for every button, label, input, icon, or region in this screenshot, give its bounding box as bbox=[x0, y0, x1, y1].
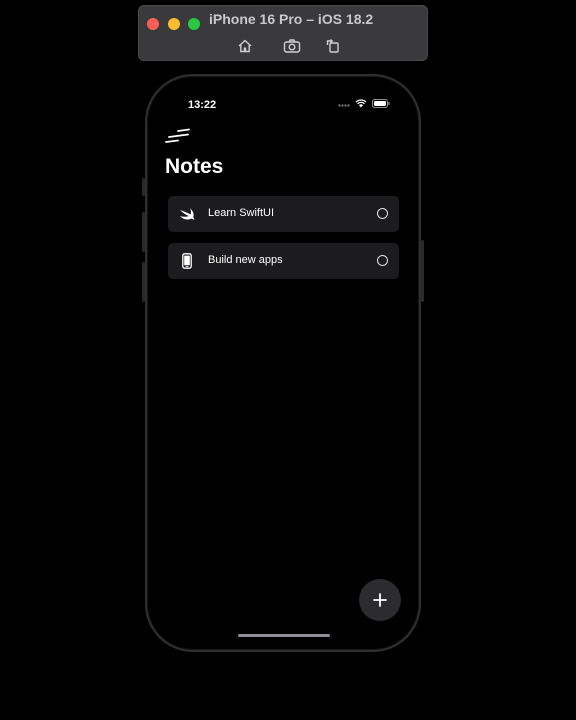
camera-icon bbox=[283, 39, 301, 53]
phone-screen: 13:22 Notes Learn SwiftUI Build new apps bbox=[152, 81, 414, 645]
add-note-button[interactable] bbox=[359, 579, 401, 621]
simulator-title-bar: iPhone 16 Pro – iOS 18.2 bbox=[138, 5, 428, 61]
battery-icon bbox=[372, 99, 390, 108]
close-window-button[interactable] bbox=[147, 18, 159, 30]
zoom-window-button[interactable] bbox=[188, 18, 200, 30]
wifi-icon bbox=[355, 99, 367, 108]
screenshot-button[interactable] bbox=[283, 37, 301, 55]
note-row-build-new-apps[interactable]: Build new apps bbox=[168, 243, 399, 279]
page-title: Notes bbox=[165, 155, 224, 178]
signal-dots-icon bbox=[338, 103, 350, 107]
simulator-stage: iPhone 16 Pro – iOS 18.2 13:22 Notes Lea… bbox=[0, 0, 576, 720]
home-button[interactable] bbox=[236, 37, 254, 55]
menu-lines-icon bbox=[165, 128, 190, 143]
home-indicator[interactable] bbox=[238, 634, 330, 637]
menu-button[interactable] bbox=[164, 128, 192, 146]
note-label: Build new apps bbox=[208, 254, 283, 266]
status-time: 13:22 bbox=[188, 99, 217, 111]
note-checkbox[interactable] bbox=[377, 208, 388, 219]
note-label: Learn SwiftUI bbox=[208, 207, 275, 219]
note-checkbox[interactable] bbox=[377, 255, 388, 266]
note-row-learn-swiftui[interactable]: Learn SwiftUI bbox=[168, 196, 399, 232]
rotate-icon bbox=[326, 39, 339, 53]
simulator-toolbar bbox=[139, 37, 427, 55]
plus-icon bbox=[373, 593, 387, 607]
status-icons bbox=[338, 99, 390, 108]
minimize-window-button[interactable] bbox=[168, 18, 180, 30]
iphone-icon bbox=[182, 253, 192, 269]
simulator-title: iPhone 16 Pro – iOS 18.2 bbox=[209, 11, 374, 27]
home-icon bbox=[238, 39, 252, 53]
power-button bbox=[421, 240, 424, 302]
swift-bird-icon bbox=[180, 208, 195, 221]
rotate-button[interactable] bbox=[324, 37, 342, 55]
